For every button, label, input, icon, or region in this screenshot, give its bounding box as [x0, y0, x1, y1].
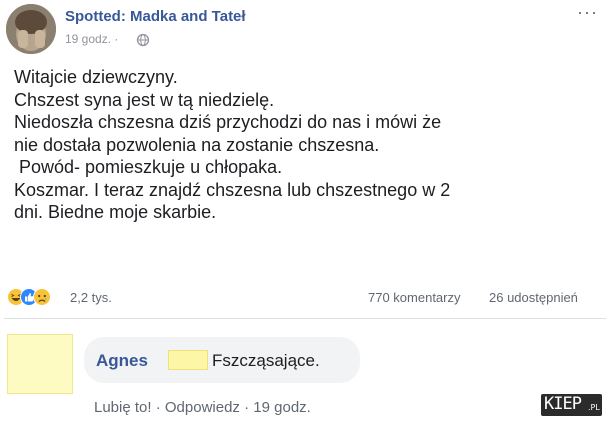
reactions-count[interactable]: 2,2 tys.	[70, 290, 112, 305]
watermark-text: KIEP	[544, 394, 582, 414]
post-text: Witajcie dziewczyny. Chszest syna jest w…	[14, 66, 604, 224]
reactions-summary[interactable]	[7, 288, 67, 306]
reply-button[interactable]: Odpowiedz	[165, 399, 240, 416]
commenter-name-link[interactable]: Agnes	[96, 351, 148, 371]
comment-text: Fszcząsające.	[212, 351, 320, 370]
commenter-avatar-censored[interactable]	[7, 334, 73, 394]
kiep-watermark-logo: KIEP .PL	[541, 394, 602, 416]
post-timestamp[interactable]: 19 godz. ·	[65, 32, 118, 46]
page-name-link[interactable]: Spotted: Madka and Tateł	[65, 8, 246, 25]
globe-icon	[136, 33, 150, 47]
post-line: Niedoszła chszesna dziś przychodzi do na…	[14, 112, 442, 132]
shares-count-link[interactable]: 26 udostępnień	[489, 290, 578, 305]
separator: ·	[239, 399, 254, 416]
post-stats-bar: 2,2 tys. 770 komentarzy 26 udostępnień	[0, 286, 610, 308]
comments-count-link[interactable]: 770 komentarzy	[368, 290, 461, 305]
post-header: Spotted: Madka and Tateł 19 godz. · ···	[0, 0, 610, 62]
page-avatar[interactable]	[6, 4, 56, 54]
divider	[4, 318, 606, 319]
post-line: Powód- pomieszkuje u chłopaka.	[14, 157, 283, 177]
watermark-domain: .PL	[588, 403, 600, 412]
sad-icon	[33, 288, 51, 306]
post-line: nie dostała pozwolenia na zostanie chsze…	[14, 134, 380, 155]
comment-bubble: Agnes Fszcząsające.	[84, 337, 360, 383]
name-censor-box	[168, 350, 208, 370]
separator: ·	[151, 399, 165, 416]
comment-timestamp[interactable]: 19 godz.	[253, 399, 311, 416]
post-line: dni. Biedne moje skarbie.	[14, 202, 217, 222]
avatar-image	[6, 4, 56, 54]
more-options-icon[interactable]: ···	[577, 2, 598, 23]
comment-actions: Lubię to! · Odpowiedz · 19 godz.	[94, 399, 311, 416]
post-line: Witajcie dziewczyny.	[14, 67, 178, 87]
post-line: Koszmar. I teraz znajdź chszesna lub chs…	[14, 179, 451, 200]
post-line: Chszest syna jest w tą niedzielę.	[14, 89, 275, 110]
like-comment-button[interactable]: Lubię to!	[94, 399, 152, 416]
